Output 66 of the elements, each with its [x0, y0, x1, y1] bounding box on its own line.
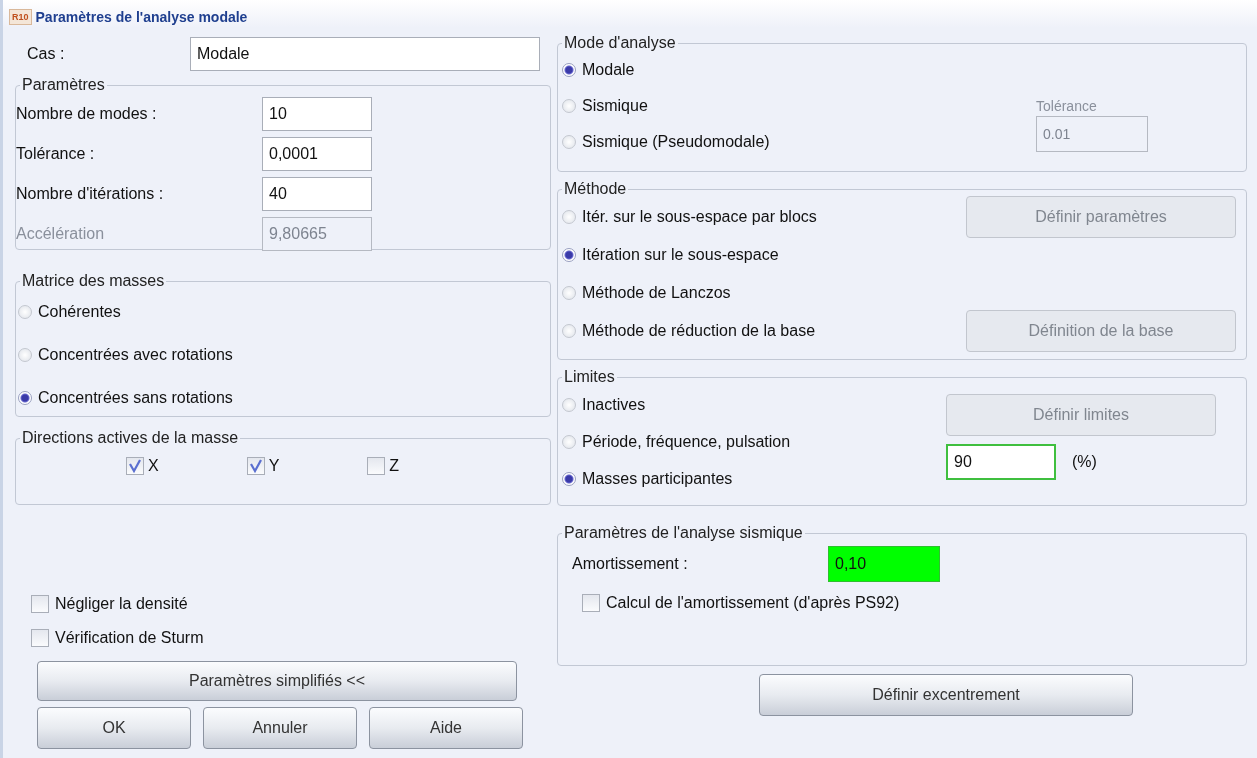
window-title: Paramètres de l'analyse modale	[35, 9, 248, 25]
checkbox-label: X	[148, 457, 159, 475]
checkbox[interactable]	[582, 594, 600, 612]
checkbox-label: Z	[389, 457, 400, 475]
checkbox[interactable]	[31, 595, 49, 613]
define-eccentricity-button[interactable]: Définir excentrement	[759, 674, 1133, 716]
radio-button[interactable]	[562, 286, 576, 300]
radio-label: Masses participantes	[582, 469, 733, 488]
dialog-button[interactable]: OK	[37, 707, 191, 749]
checkbox-label: Vérification de Sturm	[55, 629, 204, 647]
group-title: Méthode	[563, 180, 628, 198]
percent-field[interactable]: 90	[946, 444, 1056, 480]
case-name-field[interactable]: Modale	[190, 37, 540, 71]
field-label: Accélération	[16, 225, 106, 243]
radio-button[interactable]	[562, 63, 576, 77]
radio-button[interactable]	[562, 135, 576, 149]
radio-label: Modale	[582, 61, 635, 79]
dialog-button[interactable]: Annuler	[203, 707, 357, 749]
checkbox[interactable]	[367, 457, 386, 475]
radio-button[interactable]	[562, 248, 576, 262]
checkbox-label: Calcul de l'amortissement (d'après PS92)	[606, 594, 900, 612]
unit-label: (%)	[1072, 453, 1097, 471]
checkbox-label: Y	[268, 457, 280, 475]
radio-button[interactable]	[562, 210, 576, 224]
radio-button[interactable]	[18, 347, 32, 362]
number-field[interactable]: 40	[262, 177, 372, 211]
simplified-parameters-button[interactable]: Paramètres simplifiés <<	[37, 661, 517, 701]
radio-button[interactable]	[562, 471, 576, 486]
radio-label: Cohérentes	[38, 302, 121, 321]
group-title: Limites	[563, 368, 616, 386]
radio-button[interactable]	[562, 99, 576, 113]
app-logo-icon: R10	[9, 9, 32, 25]
radio-label: Concentrées avec rotations	[38, 345, 233, 364]
radio-button[interactable]	[18, 390, 32, 405]
field-label: Cas :	[26, 45, 66, 63]
radio-button[interactable]	[562, 434, 576, 449]
group-title: Directions actives de la masse	[21, 429, 240, 447]
dialog-button[interactable]: Aide	[369, 707, 523, 749]
radio-label: Inactives	[582, 395, 646, 414]
radio-label: Sismique	[582, 97, 648, 115]
checkbox[interactable]	[126, 457, 144, 475]
checkbox-label: Négliger la densité	[55, 595, 188, 613]
radio-button[interactable]	[562, 324, 576, 338]
checkbox[interactable]	[31, 629, 49, 647]
field-label: Amortissement :	[572, 555, 689, 573]
radio-button[interactable]	[18, 304, 32, 319]
number-field[interactable]: 10	[262, 97, 372, 131]
number-field[interactable]: 0,0001	[262, 137, 372, 171]
checkbox[interactable]	[246, 457, 265, 475]
radio-label: Méthode de Lanczos	[582, 284, 731, 302]
radio-label: Période, fréquence, pulsation	[582, 432, 791, 451]
group-title: Paramètres	[21, 76, 106, 94]
radio-label: Sismique (Pseudomodale)	[582, 133, 770, 151]
group-title: Paramètres de l'analyse sismique	[563, 524, 804, 542]
radio-label: Itération sur le sous-espace	[582, 246, 779, 264]
radio-label: Concentrées sans rotations	[38, 388, 233, 407]
radio-label: Itér. sur le sous-espace par blocs	[582, 208, 817, 226]
field-label: Tolérance :	[16, 145, 96, 163]
field-label: Nombre d'itérations :	[16, 185, 165, 203]
group-title: Mode d'analyse	[563, 34, 677, 52]
radio-button[interactable]	[562, 397, 576, 412]
damping-field[interactable]: 0,10	[828, 546, 940, 582]
field-label: Nombre de modes :	[16, 105, 158, 123]
field-label: Tolérance	[1036, 98, 1097, 114]
group-title: Matrice des masses	[21, 272, 166, 290]
radio-label: Méthode de réduction de la base	[582, 322, 816, 340]
